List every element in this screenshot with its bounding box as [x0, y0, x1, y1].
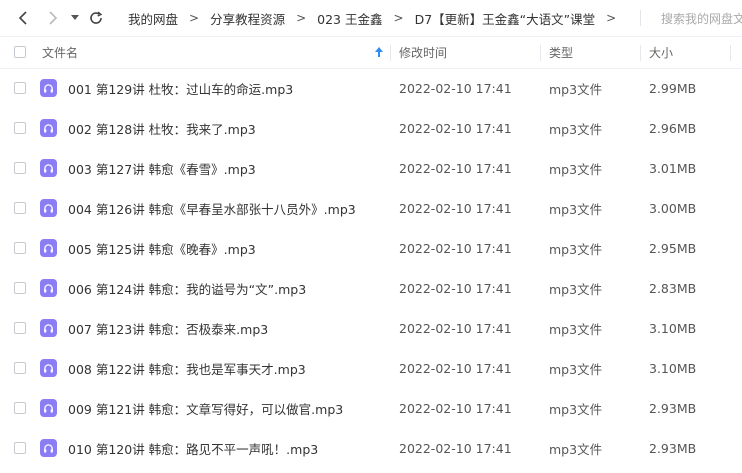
file-name[interactable]: 007 第123讲 韩愈：否极泰来.mp3 [68, 308, 268, 348]
audio-file-icon [40, 439, 57, 457]
row-checkbox[interactable] [14, 442, 26, 454]
table-header: 文件名 修改时间 类型 大小 [0, 37, 742, 69]
row-checkbox[interactable] [14, 242, 26, 254]
file-type: mp3文件 [549, 361, 603, 377]
file-row[interactable]: 003 第127讲 韩愈《春雪》.mp3 2022-02-10 17:41 mp3文… [0, 148, 742, 188]
file-size: 3.00MB [649, 200, 697, 216]
file-type: mp3文件 [549, 401, 603, 417]
file-name[interactable]: 009 第121讲 韩愈：文章写得好，可以做官.mp3 [68, 388, 343, 428]
row-checkbox[interactable] [14, 162, 26, 174]
file-size: 2.99MB [649, 80, 697, 96]
row-checkbox[interactable] [14, 282, 26, 294]
row-checkbox[interactable] [14, 362, 26, 374]
file-row[interactable]: 006 第124讲 韩愈：我的谥号为“文”.mp3 2022-02-10 17:4… [0, 268, 742, 308]
file-row[interactable]: 005 第125讲 韩愈《晚春》.mp3 2022-02-10 17:41 mp3文… [0, 228, 742, 268]
file-type: mp3文件 [549, 241, 603, 257]
history-dropdown-icon[interactable] [68, 9, 82, 27]
audio-file-icon [40, 119, 57, 137]
column-divider [640, 45, 641, 61]
column-divider [730, 45, 731, 61]
file-name[interactable]: 001 第129讲 杜牧：过山车的命运.mp3 [68, 68, 293, 108]
forward-icon[interactable] [44, 9, 62, 27]
file-modified: 2022-02-10 17:41 [399, 400, 512, 416]
file-row[interactable]: 009 第121讲 韩愈：文章写得好，可以做官.mp3 2022-02-10 17… [0, 388, 742, 428]
audio-file-icon [40, 199, 57, 217]
breadcrumb: 我的网盘 > 分享教程资源 > 023 王金鑫 > D7【更新】王金鑫“大语文”… [128, 0, 627, 36]
file-row[interactable]: 010 第120讲 韩愈：路见不平一声吼！.mp3 2022-02-10 17:4… [0, 428, 742, 468]
file-size: 2.83MB [649, 280, 697, 296]
file-type: mp3文件 [549, 321, 603, 337]
file-modified: 2022-02-10 17:41 [399, 80, 512, 96]
breadcrumb-separator: > [296, 11, 307, 25]
back-icon[interactable] [14, 9, 32, 27]
file-row[interactable]: 001 第129讲 杜牧：过山车的命运.mp3 2022-02-10 17:41 m… [0, 68, 742, 108]
file-row[interactable]: 007 第123讲 韩愈：否极泰来.mp3 2022-02-10 17:41 mp3… [0, 308, 742, 348]
toolbar-divider [640, 10, 641, 26]
file-type: mp3文件 [549, 441, 603, 457]
file-modified: 2022-02-10 17:41 [399, 280, 512, 296]
audio-file-icon [40, 279, 57, 297]
file-type: mp3文件 [549, 161, 603, 177]
sort-ascending-icon[interactable] [374, 46, 384, 61]
file-type: mp3文件 [549, 81, 603, 97]
audio-file-icon [40, 399, 57, 417]
column-header-name[interactable]: 文件名 [42, 37, 78, 68]
column-header-modified[interactable]: 修改时间 [399, 37, 447, 68]
breadcrumb-item-wangjinxin[interactable]: 023 王金鑫 [317, 9, 382, 28]
toolbar: 我的网盘 > 分享教程资源 > 023 王金鑫 > D7【更新】王金鑫“大语文”… [0, 0, 742, 37]
row-checkbox[interactable] [14, 122, 26, 134]
audio-file-icon [40, 159, 57, 177]
file-size: 3.10MB [649, 320, 697, 336]
audio-file-icon [40, 319, 57, 337]
file-modified: 2022-02-10 17:41 [399, 440, 512, 456]
file-type: mp3文件 [549, 121, 603, 137]
breadcrumb-item-current-folder[interactable]: D7【更新】王金鑫“大语文”课堂 [415, 9, 596, 28]
audio-file-icon [40, 79, 57, 97]
file-name[interactable]: 002 第128讲 杜牧：我来了.mp3 [68, 108, 256, 148]
file-size: 3.10MB [649, 360, 697, 376]
file-name[interactable]: 006 第124讲 韩愈：我的谥号为“文”.mp3 [68, 268, 306, 308]
column-divider [390, 45, 391, 61]
row-checkbox[interactable] [14, 322, 26, 334]
breadcrumb-item-my-disk[interactable]: 我的网盘 [128, 9, 178, 28]
audio-file-icon [40, 359, 57, 377]
file-size: 2.93MB [649, 440, 697, 456]
select-all-checkbox[interactable] [14, 46, 26, 58]
file-modified: 2022-02-10 17:41 [399, 240, 512, 256]
file-modified: 2022-02-10 17:41 [399, 200, 512, 216]
file-modified: 2022-02-10 17:41 [399, 160, 512, 176]
column-divider [540, 45, 541, 61]
file-size: 2.95MB [649, 240, 697, 256]
file-size: 3.01MB [649, 160, 697, 176]
file-name[interactable]: 003 第127讲 韩愈《春雪》.mp3 [68, 148, 256, 188]
file-size: 2.93MB [649, 400, 697, 416]
column-header-size[interactable]: 大小 [649, 37, 673, 68]
search-placeholder: 搜索我的网盘文件 [661, 11, 742, 26]
search-input[interactable]: 搜索我的网盘文件 [651, 6, 742, 30]
file-name[interactable]: 004 第126讲 韩愈《早春呈水部张十八员外》.mp3 [68, 188, 356, 228]
audio-file-icon [40, 239, 57, 257]
breadcrumb-item-shared-resources[interactable]: 分享教程资源 [210, 9, 285, 28]
file-name[interactable]: 005 第125讲 韩愈《晚春》.mp3 [68, 228, 256, 268]
row-checkbox[interactable] [14, 82, 26, 94]
file-row[interactable]: 008 第122讲 韩愈：我也是军事天才.mp3 2022-02-10 17:41… [0, 348, 742, 388]
file-type: mp3文件 [549, 201, 603, 217]
file-row[interactable]: 002 第128讲 杜牧：我来了.mp3 2022-02-10 17:41 mp3文… [0, 108, 742, 148]
refresh-icon[interactable] [87, 9, 105, 27]
breadcrumb-separator: > [393, 11, 404, 25]
breadcrumb-separator: > [189, 11, 200, 25]
file-name[interactable]: 010 第120讲 韩愈：路见不平一声吼！.mp3 [68, 428, 318, 468]
file-name[interactable]: 008 第122讲 韩愈：我也是军事天才.mp3 [68, 348, 306, 388]
breadcrumb-separator: > [606, 11, 617, 25]
file-modified: 2022-02-10 17:41 [399, 360, 512, 376]
file-modified: 2022-02-10 17:41 [399, 120, 512, 136]
row-checkbox[interactable] [14, 402, 26, 414]
column-header-type[interactable]: 类型 [549, 37, 573, 68]
row-checkbox[interactable] [14, 202, 26, 214]
file-modified: 2022-02-10 17:41 [399, 320, 512, 336]
file-type: mp3文件 [549, 281, 603, 297]
file-row[interactable]: 004 第126讲 韩愈《早春呈水部张十八员外》.mp3 2022-02-10 1… [0, 188, 742, 228]
file-size: 2.96MB [649, 120, 697, 136]
